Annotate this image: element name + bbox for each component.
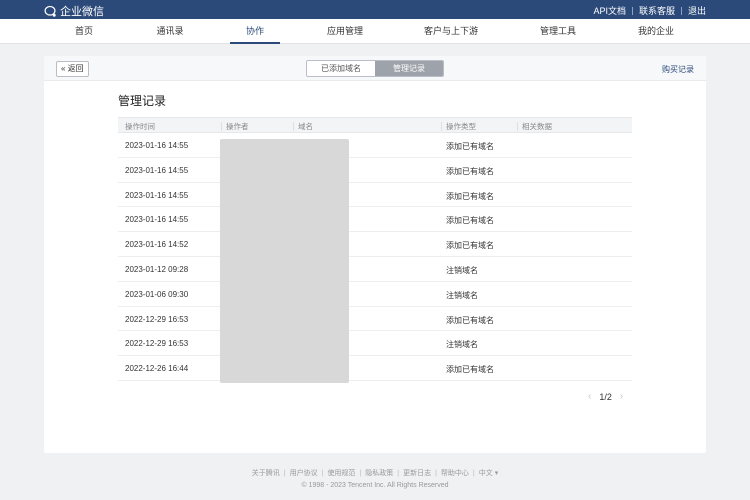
column-header-related-data: 相关数据	[517, 122, 552, 131]
row-action-type: 添加已有域名	[446, 315, 494, 325]
prev-page-icon[interactable]: ‹	[588, 391, 591, 402]
footer-divider: |	[472, 469, 475, 477]
tab-management-records[interactable]: 管理记录	[375, 61, 443, 76]
table-row: 2023-01-06 09:30 注销域名	[118, 282, 632, 307]
footer-link[interactable]: 帮助中心	[441, 468, 469, 478]
footer-divider: |	[321, 469, 324, 477]
nav-item-customers[interactable]: 客户与上下游	[411, 19, 491, 44]
pagination: ‹ 1/2 ›	[580, 391, 631, 402]
row-action-type: 添加已有域名	[446, 142, 494, 151]
row-action-type: 添加已有域名	[446, 166, 494, 176]
footer-link[interactable]: 中文 ▾	[479, 468, 498, 478]
row-action-type: 添加已有域名	[446, 365, 494, 375]
records-table: 操作时间 操作者 域名 操作类型 相关数据 2023-01-16 14:55 添加…	[118, 117, 632, 381]
nav-item-collaboration[interactable]: 协作	[215, 19, 295, 44]
page-indicator: 1/2	[599, 391, 612, 402]
logout-link[interactable]: 退出	[688, 4, 706, 17]
row-time: 2022-12-26 16:44	[125, 364, 189, 374]
row-action-type: 添加已有域名	[446, 241, 494, 251]
row-time: 2023-01-16 14:52	[125, 240, 189, 250]
column-header-operator: 操作者	[221, 122, 249, 131]
row-time: 2022-12-29 16:53	[125, 339, 189, 349]
main-nav: 首页 通讯录 协作 应用管理 客户与上下游 管理工具 我的企业	[0, 19, 750, 44]
table-row: 2023-01-16 14:55 添加已有域名	[118, 158, 632, 183]
table-row: 2023-01-16 14:52 添加已有域名	[118, 232, 632, 257]
row-time: 2023-01-16 14:55	[125, 190, 189, 200]
divider	[680, 6, 682, 15]
api-docs-link[interactable]: API文档	[593, 4, 626, 17]
back-button[interactable]: « 返回	[56, 61, 89, 77]
row-action-type: 添加已有域名	[446, 191, 494, 201]
nav-item-my-enterprise[interactable]: 我的企业	[616, 19, 696, 44]
row-time: 2023-01-16 14:55	[125, 141, 189, 150]
table-row: 2022-12-29 16:53 添加已有域名	[118, 307, 632, 332]
tab-added-domains[interactable]: 已添加域名	[307, 61, 375, 76]
wecom-logo-icon	[44, 5, 56, 17]
column-header-domain: 域名	[293, 122, 313, 131]
footer-link[interactable]: 隐私政策	[365, 468, 393, 478]
tab-switch: 已添加域名 管理记录	[306, 60, 444, 77]
row-time: 2022-12-29 16:53	[125, 314, 189, 324]
page-title: 管理记录	[118, 94, 167, 108]
column-header-action-type: 操作类型	[441, 122, 476, 131]
nav-item-management-tools[interactable]: 管理工具	[518, 19, 598, 44]
footer-divider: |	[435, 469, 437, 477]
top-bar: 企业微信 API文档 联系客服 退出	[0, 0, 750, 19]
divider	[631, 6, 633, 15]
table-body: 2023-01-16 14:55 添加已有域名 2023-01-16 14:55 添加…	[118, 133, 632, 381]
footer-link[interactable]: 关于腾讯	[252, 468, 280, 478]
footer-link[interactable]: 更新日志	[403, 468, 431, 478]
logo[interactable]: 企业微信	[44, 3, 104, 19]
table-header: 操作时间 操作者 域名 操作类型 相关数据	[118, 117, 632, 133]
next-page-icon[interactable]: ›	[620, 391, 623, 402]
row-action-type: 注销域名	[446, 265, 478, 275]
row-time: 2023-01-06 09:30	[125, 289, 189, 299]
nav-item-contacts[interactable]: 通讯录	[130, 19, 210, 44]
redacted-area	[220, 139, 349, 383]
table-row: 2023-01-12 09:28 注销域名	[118, 257, 632, 282]
table-row: 2022-12-29 16:53 注销域名	[118, 331, 632, 357]
column-header-time: 操作时间	[125, 122, 155, 131]
purchase-records-link[interactable]: 购买记录	[662, 64, 694, 75]
row-action-type: 注销域名	[446, 340, 478, 350]
contact-support-link[interactable]: 联系客服	[639, 4, 675, 17]
footer-links: 关于腾讯 | 用户协议 | 使用规范 | 隐私政策 | 更新日志 | 帮助中心 | 中文 ▾	[0, 468, 750, 478]
footer-divider: |	[359, 469, 362, 477]
nav-item-home[interactable]: 首页	[44, 19, 124, 44]
footer-divider: |	[397, 469, 400, 477]
table-row: 2023-01-16 14:55 添加已有域名	[118, 207, 632, 233]
footer-link[interactable]: 使用规范	[327, 468, 355, 478]
row-time: 2023-01-12 09:28	[125, 264, 189, 274]
content-card: « 返回 已添加域名 管理记录 购买记录 管理记录 操作时间 操作者 域名 操作…	[44, 56, 706, 453]
nav-item-app-management[interactable]: 应用管理	[305, 19, 385, 44]
row-action-type: 注销域名	[446, 290, 478, 300]
table-row: 2023-01-16 14:55 添加已有域名	[118, 183, 632, 208]
footer-divider: |	[283, 469, 286, 477]
row-time: 2023-01-16 14:55	[125, 165, 189, 175]
table-row: 2023-01-16 14:55 添加已有域名	[118, 133, 632, 158]
copyright: © 1998 - 2023 Tencent Inc. All Rights Re…	[301, 482, 449, 489]
footer-link[interactable]: 用户协议	[290, 468, 318, 478]
card-header: « 返回 已添加域名 管理记录 购买记录	[44, 56, 706, 81]
footer: 关于腾讯 | 用户协议 | 使用规范 | 隐私政策 | 更新日志 | 帮助中心 | 中文 ▾ © 199…	[0, 468, 750, 490]
top-links: API文档 联系客服 退出	[593, 4, 706, 17]
app-name: 企业微信	[60, 6, 104, 18]
row-time: 2023-01-16 14:55	[125, 215, 189, 225]
table-row: 2022-12-26 16:44 添加已有域名	[118, 356, 632, 381]
row-action-type: 添加已有域名	[446, 216, 494, 226]
